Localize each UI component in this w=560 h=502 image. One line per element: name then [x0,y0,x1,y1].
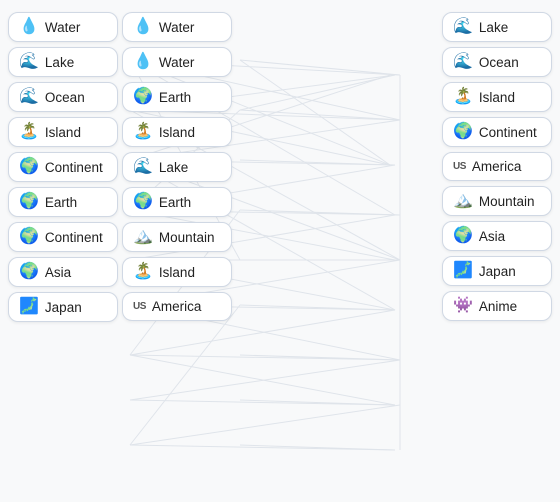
tag-label: America [472,159,522,174]
right-column: 🌊 Lake 🌊 Ocean 🏝️ Island 🌍 Continent US America 🏔️… [442,12,552,490]
tag-right-8[interactable]: 👾 Anime [442,291,552,321]
left-columns: 💧 Water 🌊 Lake 🌊 Ocean 🏝️ Island 🌍 Continent 🌍 Eart… [8,12,232,490]
ocean-icon: 🌊 [453,54,473,70]
tag-right-7[interactable]: 🗾 Japan [442,256,552,286]
tag-left1-4[interactable]: 🌍 Continent [8,152,118,182]
mountain-icon: 🏔️ [453,193,473,209]
lake-icon: 🌊 [133,159,153,175]
japan-icon: 🗾 [453,263,473,279]
tag-label: Japan [479,264,516,279]
tag-label: Water [45,20,81,35]
tag-left2-3[interactable]: 🏝️ Island [122,117,232,147]
tag-label: Asia [479,229,505,244]
tag-label: Continent [45,160,103,175]
tag-left1-8[interactable]: 🗾 Japan [8,292,118,322]
anime-icon: 👾 [453,298,473,314]
continent-icon: 🌍 [19,159,39,175]
continent-icon: 🌍 [453,124,473,140]
tag-label: Water [159,55,195,70]
tag-right-3[interactable]: 🌍 Continent [442,117,552,147]
tag-right-1[interactable]: 🌊 Ocean [442,47,552,77]
tag-label: Mountain [159,230,215,245]
tag-label: Anime [479,299,517,314]
tag-left1-2[interactable]: 🌊 Ocean [8,82,118,112]
tag-left2-8[interactable]: US America [122,292,232,321]
tag-left1-1[interactable]: 🌊 Lake [8,47,118,77]
ocean-icon: 🌊 [19,89,39,105]
tag-left2-4[interactable]: 🌊 Lake [122,152,232,182]
main-layout: 💧 Water 🌊 Lake 🌊 Ocean 🏝️ Island 🌍 Continent 🌍 Eart… [0,0,560,502]
tag-left2-2[interactable]: 🌍 Earth [122,82,232,112]
tag-label: Lake [479,20,508,35]
tag-label: Earth [45,195,77,210]
mountain-icon: 🏔️ [133,229,153,245]
island-icon: 🏝️ [19,124,39,140]
tag-left1-0[interactable]: 💧 Water [8,12,118,42]
japan-icon: 🗾 [19,299,39,315]
tag-label: Ocean [479,55,519,70]
earth-icon: 🌍 [133,89,153,105]
water-icon: 💧 [133,19,153,35]
island-icon: 🏝️ [133,124,153,140]
asia-icon: 🌍 [453,228,473,244]
island-icon: 🏝️ [133,264,153,280]
tag-label: Island [45,125,81,140]
left-column-1: 💧 Water 🌊 Lake 🌊 Ocean 🏝️ Island 🌍 Continent 🌍 Eart… [8,12,118,490]
earth-icon: 🌍 [133,194,153,210]
left-column-2: 💧 Water 💧 Water 🌍 Earth 🏝️ Island 🌊 Lake 🌍 Earth 🏔️ M… [122,12,232,490]
america-icon: US [453,162,466,172]
tag-right-0[interactable]: 🌊 Lake [442,12,552,42]
tag-right-5[interactable]: 🏔️ Mountain [442,186,552,216]
tag-label: Island [479,90,515,105]
tag-label: Water [159,20,195,35]
tag-label: Continent [45,230,103,245]
tag-left1-6[interactable]: 🌍 Continent [8,222,118,252]
tag-label: Lake [159,160,188,175]
tag-label: Island [159,265,195,280]
tag-label: Island [159,125,195,140]
water-icon: 💧 [19,19,39,35]
tag-label: Earth [159,195,191,210]
continent-icon: 🌍 [19,229,39,245]
tag-left2-7[interactable]: 🏝️ Island [122,257,232,287]
tag-label: Ocean [45,90,85,105]
tag-right-2[interactable]: 🏝️ Island [442,82,552,112]
tag-left1-7[interactable]: 🌍 Asia [8,257,118,287]
america-icon: US [133,302,146,312]
tag-label: Mountain [479,194,535,209]
lake-icon: 🌊 [19,54,39,70]
tag-label: Continent [479,125,537,140]
tag-left2-1[interactable]: 💧 Water [122,47,232,77]
tag-left1-3[interactable]: 🏝️ Island [8,117,118,147]
tag-right-4[interactable]: US America [442,152,552,181]
tag-left2-6[interactable]: 🏔️ Mountain [122,222,232,252]
tag-left1-5[interactable]: 🌍 Earth [8,187,118,217]
tag-label: Asia [45,265,71,280]
tag-label: Lake [45,55,74,70]
island-icon: 🏝️ [453,89,473,105]
lake-icon: 🌊 [453,19,473,35]
asia-icon: 🌍 [19,264,39,280]
tag-label: Earth [159,90,191,105]
earth-icon: 🌍 [19,194,39,210]
tag-right-6[interactable]: 🌍 Asia [442,221,552,251]
tag-left2-0[interactable]: 💧 Water [122,12,232,42]
tag-left2-5[interactable]: 🌍 Earth [122,187,232,217]
tag-label: America [152,299,202,314]
water-icon: 💧 [133,54,153,70]
tag-label: Japan [45,300,82,315]
